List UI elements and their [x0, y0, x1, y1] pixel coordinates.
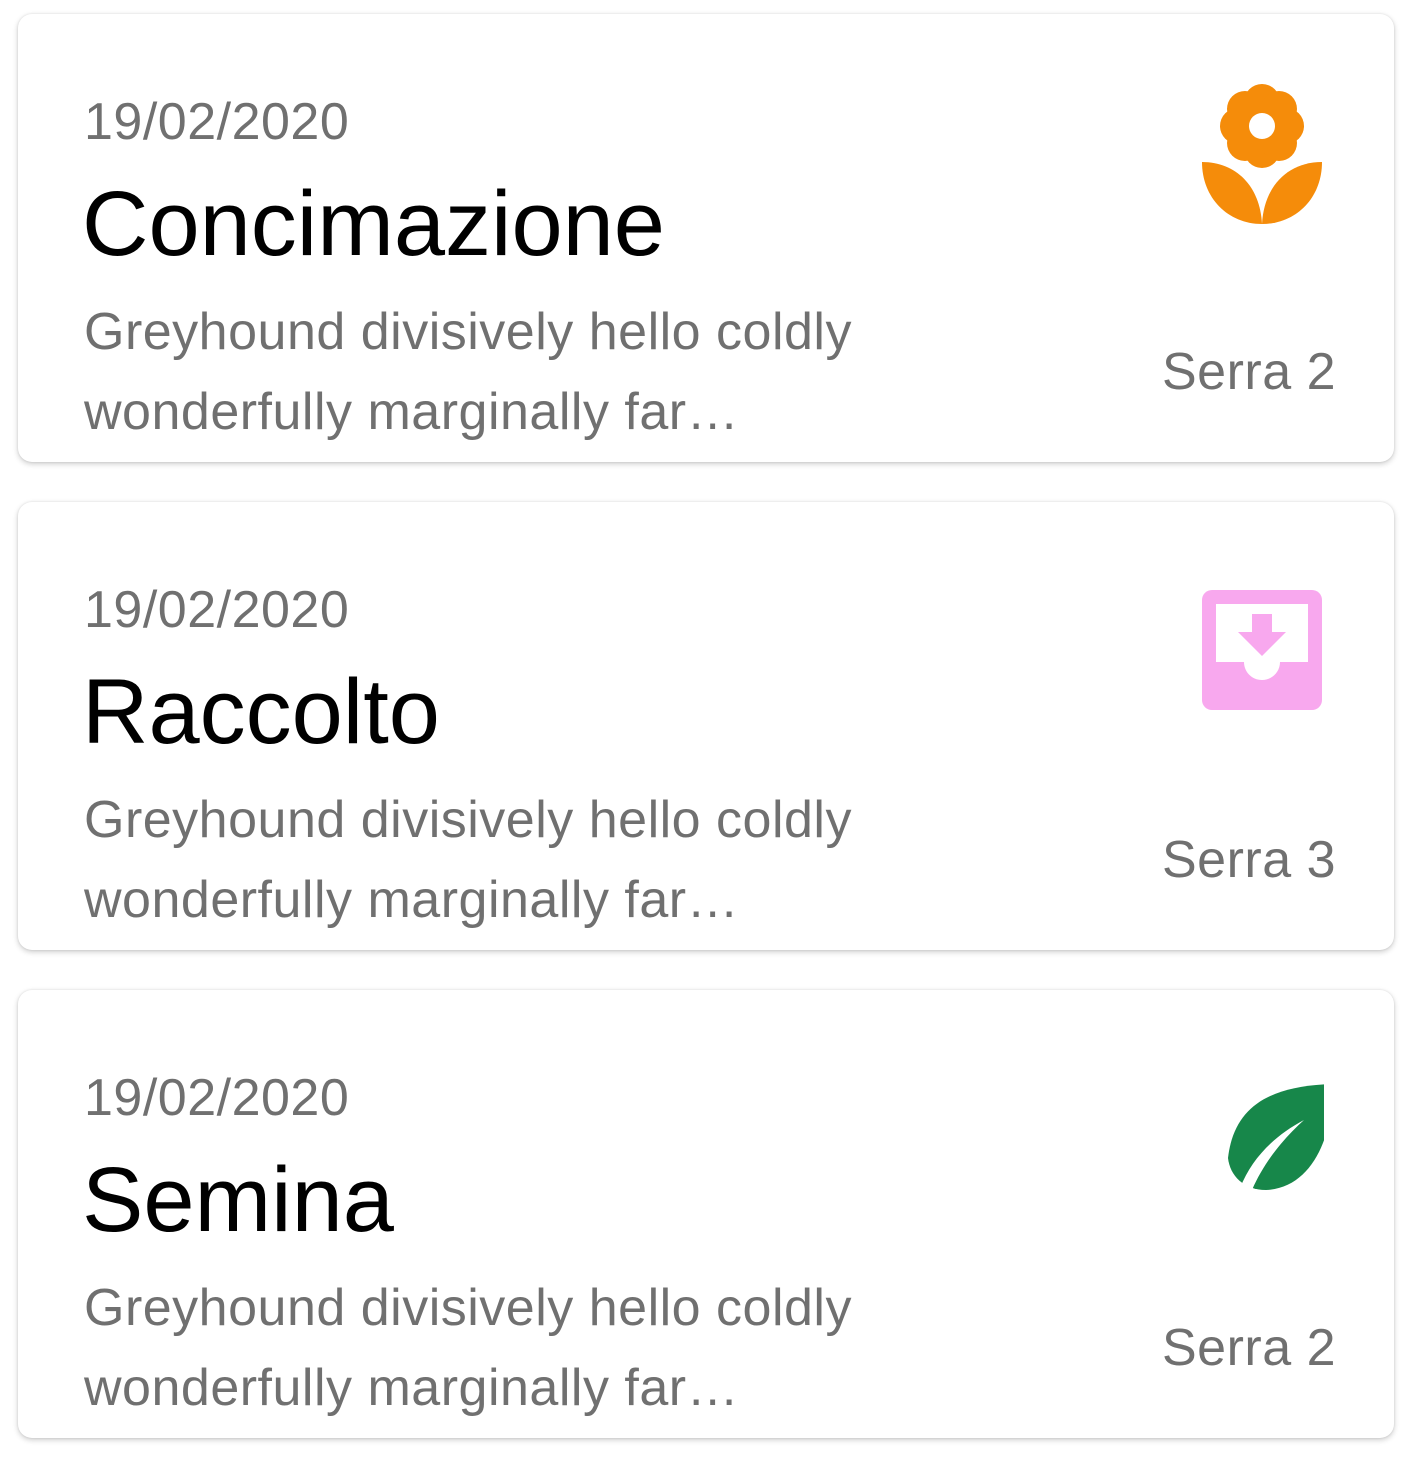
card-description-line: wonderfully marginally far…: [84, 383, 740, 441]
leaf-icon: [1200, 1058, 1324, 1202]
card-description: Greyhound divisively hello coldly wonder…: [84, 292, 964, 452]
card-description: Greyhound divisively hello coldly wonder…: [84, 780, 964, 940]
activity-card-concimazione[interactable]: 19/02/2020 Concimazione Greyhound divisi…: [18, 14, 1394, 462]
card-location: Serra 2: [1161, 1319, 1336, 1377]
activity-card-raccolto[interactable]: 19/02/2020 Raccolto Greyhound divisively…: [18, 502, 1394, 950]
flower-icon: [1200, 82, 1324, 226]
card-title: Semina: [82, 1149, 394, 1251]
card-date: 19/02/2020: [84, 1069, 350, 1127]
harvest-inbox-icon: [1200, 570, 1324, 714]
card-description-line: wonderfully marginally far…: [84, 1359, 740, 1417]
card-description-line: Greyhound divisively hello coldly: [84, 1279, 852, 1337]
card-description-line: Greyhound divisively hello coldly: [84, 791, 852, 849]
card-title: Concimazione: [82, 173, 665, 275]
card-description: Greyhound divisively hello coldly wonder…: [84, 1268, 964, 1428]
activity-card-semina[interactable]: 19/02/2020 Semina Greyhound divisively h…: [18, 990, 1394, 1438]
card-title: Raccolto: [82, 661, 440, 763]
card-location: Serra 2: [1161, 343, 1336, 401]
card-description-line: wonderfully marginally far…: [84, 871, 740, 929]
card-location: Serra 3: [1161, 831, 1336, 889]
card-date: 19/02/2020: [84, 581, 350, 639]
card-description-line: Greyhound divisively hello coldly: [84, 303, 852, 361]
card-date: 19/02/2020: [84, 93, 350, 151]
